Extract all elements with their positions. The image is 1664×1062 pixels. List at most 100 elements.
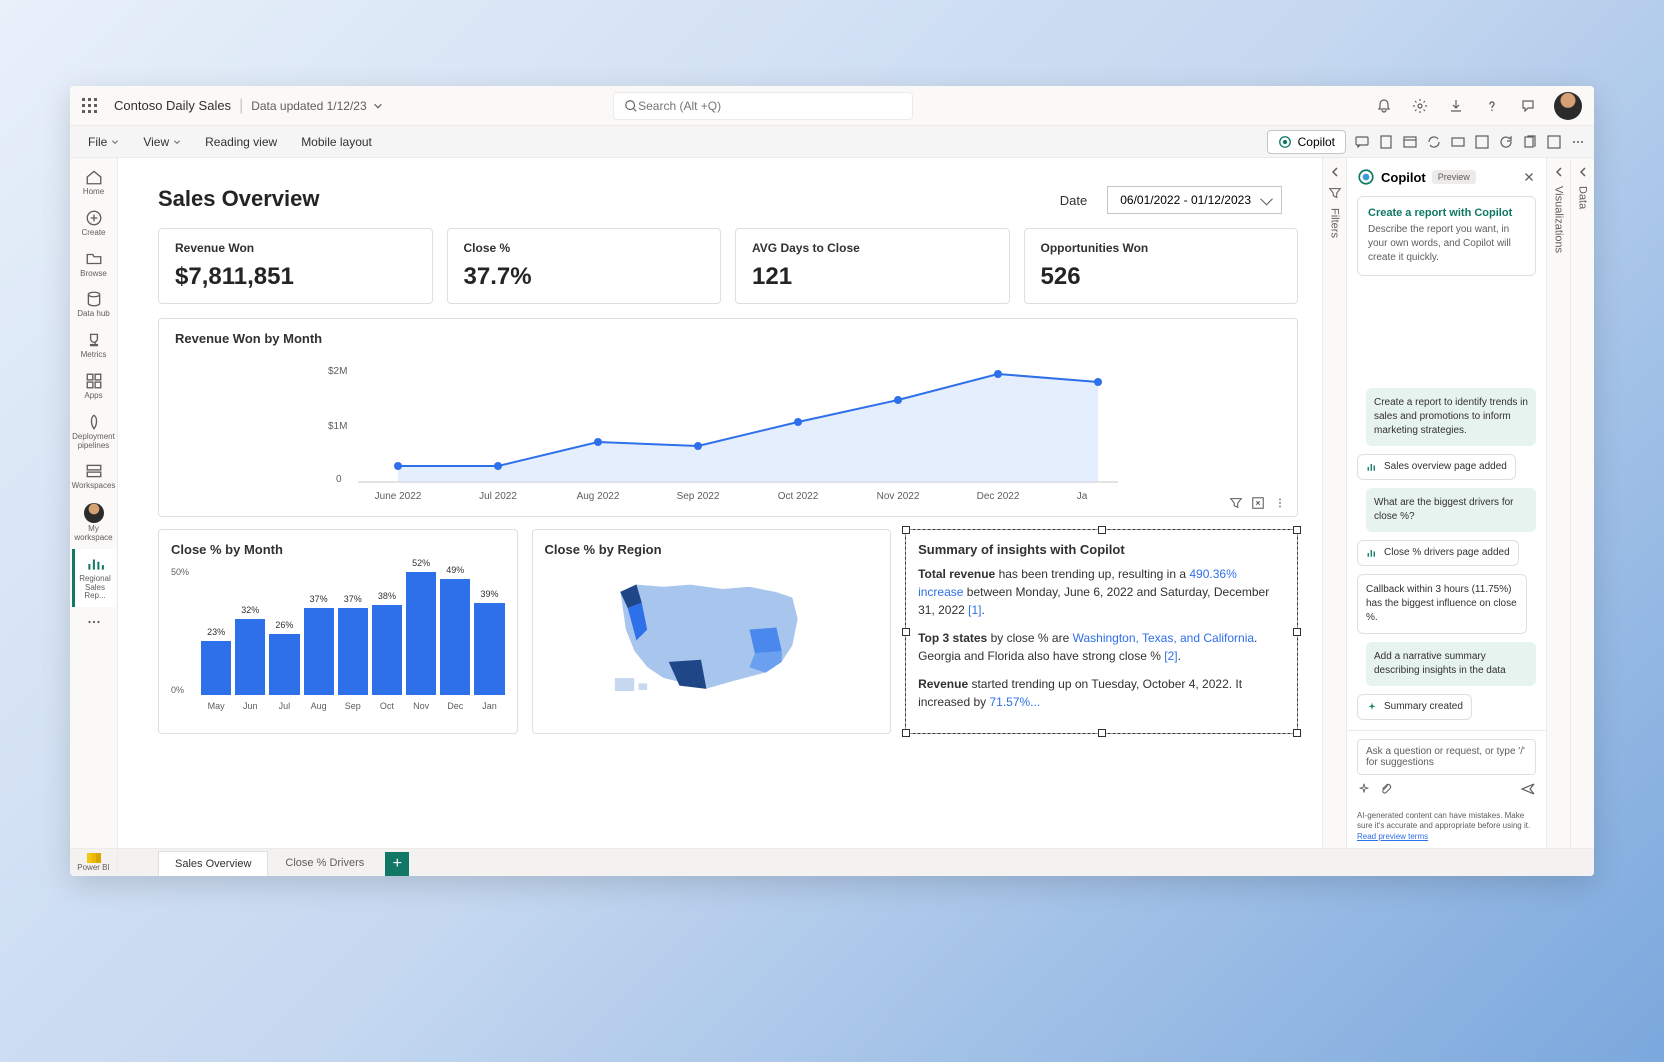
svg-text:$1M: $1M — [328, 421, 347, 432]
separator: | — [239, 97, 243, 115]
home-icon — [85, 168, 103, 186]
download-icon[interactable] — [1446, 96, 1466, 116]
pin-icon[interactable] — [1450, 134, 1466, 150]
sparkle-icon[interactable] — [1357, 782, 1371, 796]
system-message: Summary created — [1357, 694, 1472, 720]
visualizations-rail[interactable]: Visualizations — [1546, 158, 1570, 848]
waffle-icon[interactable] — [82, 98, 98, 114]
data-rail[interactable]: Data — [1570, 158, 1594, 848]
user-message: Create a report to identify trends in sa… — [1366, 388, 1536, 446]
user-avatar[interactable] — [1554, 92, 1582, 120]
more-options-icon[interactable] — [1273, 496, 1287, 510]
help-icon[interactable] — [1482, 96, 1502, 116]
tab-sales-overview[interactable]: Sales Overview — [158, 851, 268, 876]
preview-badge: Preview — [1432, 170, 1476, 184]
refresh-icon[interactable] — [1498, 134, 1514, 150]
more-icon — [85, 613, 103, 631]
data-label: Data — [1577, 186, 1589, 209]
page-tabs: Power BI Sales Overview Close % Drivers … — [70, 848, 1594, 876]
create-report-card[interactable]: Create a report with Copilot Describe th… — [1357, 196, 1536, 276]
svg-text:Nov 2022: Nov 2022 — [877, 491, 920, 502]
kpi-revenue-won[interactable]: Revenue Won$7,811,851 — [158, 228, 433, 304]
chevron-down-icon[interactable] — [373, 101, 383, 111]
view-menu[interactable]: View — [133, 131, 191, 153]
user-message: Add a narrative summary describing insig… — [1366, 642, 1536, 686]
nav-metrics[interactable]: Metrics — [72, 325, 116, 366]
copilot-title: Copilot — [1381, 170, 1426, 185]
comment-icon[interactable] — [1354, 134, 1370, 150]
us-map-icon — [545, 565, 879, 705]
ribbon: File View Reading view Mobile layout Cop… — [70, 126, 1594, 158]
disclaimer: AI-generated content can have mistakes. … — [1347, 805, 1546, 848]
copilot-insights-visual[interactable]: Summary of insights with Copilot Total r… — [905, 529, 1298, 734]
close-icon[interactable] — [1522, 170, 1536, 184]
copilot-logo-icon — [1357, 168, 1375, 186]
chevron-left-icon — [1329, 166, 1341, 178]
chart-title: Close % by Month — [171, 542, 505, 557]
nav-workspaces[interactable]: Workspaces — [72, 456, 116, 497]
add-page-button[interactable]: + — [385, 852, 409, 876]
send-icon[interactable] — [1520, 781, 1536, 797]
powerbi-logo[interactable]: Power BI — [70, 848, 118, 876]
titlebar-right — [1374, 92, 1582, 120]
nav-regional-sales[interactable]: Regional Sales Rep... — [72, 549, 116, 607]
app-window: Contoso Daily Sales | Data updated 1/12/… — [70, 86, 1594, 876]
nav-apps[interactable]: Apps — [72, 366, 116, 407]
mobile-layout-button[interactable]: Mobile layout — [291, 131, 382, 153]
view-icon[interactable] — [1402, 134, 1418, 150]
search-box[interactable] — [613, 92, 913, 120]
reading-view-button[interactable]: Reading view — [195, 131, 287, 153]
insights-title: Summary of insights with Copilot — [918, 542, 1285, 557]
attachment-icon[interactable] — [1379, 782, 1393, 796]
avatar-icon — [84, 503, 104, 523]
copilot-button[interactable]: Copilot — [1267, 130, 1346, 154]
settings-icon[interactable] — [1410, 96, 1430, 116]
close-pct-by-month-chart[interactable]: Close % by Month 0%50%23%May32%Jun26%Jul… — [158, 529, 518, 734]
kpi-avg-days[interactable]: AVG Days to Close121 — [735, 228, 1010, 304]
notifications-icon[interactable] — [1374, 96, 1394, 116]
filter-icon — [1328, 186, 1342, 200]
export-icon[interactable] — [1474, 134, 1490, 150]
copilot-input[interactable]: Ask a question or request, or type '/' f… — [1357, 739, 1536, 775]
filters-rail[interactable]: Filters — [1322, 158, 1346, 848]
copy-icon[interactable] — [1522, 134, 1538, 150]
nav-deployment-pipelines[interactable]: Deployment pipelines — [72, 407, 116, 457]
date-range-select[interactable]: 06/01/2022 - 01/12/2023 — [1107, 186, 1282, 214]
svg-text:Ja: Ja — [1077, 491, 1088, 502]
nav-data-hub[interactable]: Data hub — [72, 284, 116, 325]
nav-my-workspace[interactable]: My workspace — [72, 497, 116, 549]
plus-circle-icon — [85, 209, 103, 227]
file-menu[interactable]: File — [78, 131, 129, 153]
feedback-icon[interactable] — [1518, 96, 1538, 116]
preview-terms-link[interactable]: Read preview terms — [1357, 832, 1428, 841]
svg-text:Jul 2022: Jul 2022 — [479, 491, 517, 502]
tab-close-drivers[interactable]: Close % Drivers — [268, 850, 381, 876]
kpi-close-pct[interactable]: Close %37.7% — [447, 228, 722, 304]
filter-icon[interactable] — [1229, 496, 1243, 510]
date-label: Date — [1060, 193, 1087, 208]
nav-home[interactable]: Home — [72, 162, 116, 203]
focus-icon[interactable] — [1251, 496, 1265, 510]
search-icon — [624, 99, 638, 113]
copilot-messages: Create a report to identify trends in sa… — [1347, 286, 1546, 730]
kpi-opportunities-won[interactable]: Opportunities Won526 — [1024, 228, 1299, 304]
report-canvas: Sales Overview Date 06/01/2022 - 01/12/2… — [118, 158, 1322, 848]
filters-label: Filters — [1329, 208, 1341, 238]
close-pct-by-region-chart[interactable]: Close % by Region — [532, 529, 892, 734]
workspaces-icon — [85, 462, 103, 480]
svg-text:Dec 2022: Dec 2022 — [977, 491, 1020, 502]
bookmark-icon[interactable] — [1378, 134, 1394, 150]
save-icon[interactable] — [1546, 134, 1562, 150]
nav-browse[interactable]: Browse — [72, 244, 116, 285]
sync-icon[interactable] — [1426, 134, 1442, 150]
revenue-by-month-chart[interactable]: Revenue Won by Month $2M $1M 0 June 2022… — [158, 318, 1298, 517]
nav-more[interactable] — [72, 607, 116, 639]
nav-create[interactable]: Create — [72, 203, 116, 244]
line-chart-svg: $2M $1M 0 June 2022 Jul 2022 Aug 2022 Se… — [175, 354, 1281, 504]
search-input[interactable] — [638, 99, 902, 113]
bar-chart-icon — [1366, 461, 1378, 473]
svg-text:Oct 2022: Oct 2022 — [778, 491, 819, 502]
more-icon[interactable] — [1570, 134, 1586, 150]
titlebar: Contoso Daily Sales | Data updated 1/12/… — [70, 86, 1594, 126]
svg-text:$2M: $2M — [328, 366, 347, 377]
